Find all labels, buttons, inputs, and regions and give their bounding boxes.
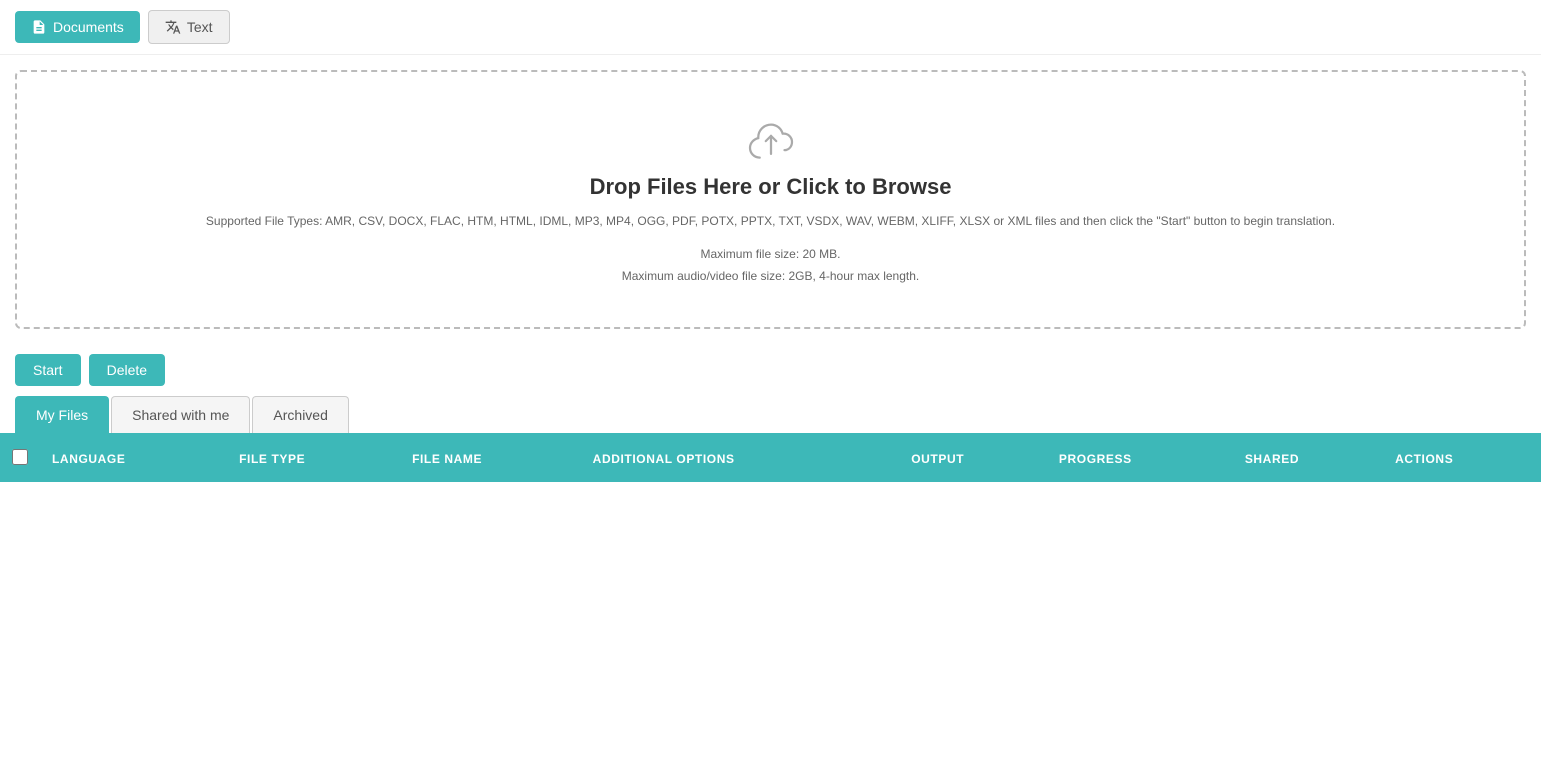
column-actions: ACTIONS (1383, 435, 1541, 482)
top-toolbar: Documents Text (0, 0, 1541, 55)
text-button[interactable]: Text (148, 10, 230, 44)
document-icon (31, 19, 47, 35)
tab-shared-with-me[interactable]: Shared with me (111, 396, 250, 433)
max-audio: Maximum audio/video file size: 2GB, 4-ho… (37, 266, 1504, 288)
translate-icon (165, 19, 181, 35)
select-all-checkbox[interactable] (12, 449, 28, 465)
delete-button[interactable]: Delete (89, 354, 165, 386)
column-file-type: FILE TYPE (227, 435, 400, 482)
drop-zone-title: Drop Files Here or Click to Browse (37, 174, 1504, 200)
tab-my-files[interactable]: My Files (15, 396, 109, 433)
column-additional-options: ADDITIONAL OPTIONS (581, 435, 900, 482)
tabs-container: My Files Shared with me Archived (0, 396, 1541, 435)
column-progress: PROGRESS (1047, 435, 1233, 482)
drop-zone[interactable]: Drop Files Here or Click to Browse Suppo… (15, 70, 1526, 329)
tab-archived[interactable]: Archived (252, 396, 348, 433)
documents-button[interactable]: Documents (15, 11, 140, 43)
drop-zone-wrapper: Drop Files Here or Click to Browse Suppo… (0, 55, 1541, 344)
drop-zone-limits: Maximum file size: 20 MB. Maximum audio/… (37, 244, 1504, 287)
text-button-label: Text (187, 19, 213, 35)
table-header-row: LANGUAGE FILE TYPE FILE NAME ADDITIONAL … (0, 435, 1541, 482)
column-checkbox (0, 435, 40, 482)
drop-zone-supported: Supported File Types: AMR, CSV, DOCX, FL… (37, 212, 1504, 230)
files-table: LANGUAGE FILE TYPE FILE NAME ADDITIONAL … (0, 435, 1541, 482)
table-container: LANGUAGE FILE TYPE FILE NAME ADDITIONAL … (0, 435, 1541, 482)
table-header: LANGUAGE FILE TYPE FILE NAME ADDITIONAL … (0, 435, 1541, 482)
column-file-name: FILE NAME (400, 435, 581, 482)
documents-button-label: Documents (53, 19, 124, 35)
column-output: OUTPUT (899, 435, 1047, 482)
start-button[interactable]: Start (15, 354, 81, 386)
column-language: LANGUAGE (40, 435, 227, 482)
cloud-upload-svg (741, 112, 801, 162)
max-file-size: Maximum file size: 20 MB. (37, 244, 1504, 266)
cloud-upload-icon (37, 112, 1504, 162)
column-shared: SHARED (1233, 435, 1383, 482)
action-buttons: Start Delete (0, 344, 1541, 396)
